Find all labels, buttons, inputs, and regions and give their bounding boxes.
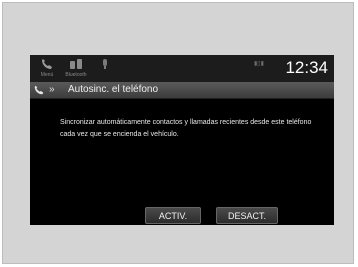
status-item-voice[interactable]	[92, 58, 118, 80]
infotainment-screen: Menú Bluetooth ▮▯▮ 12:34 » Autosinc. el …	[30, 55, 334, 225]
page-title: Autosinc. el teléfono	[68, 84, 159, 95]
bluetooth-devices-icon	[70, 59, 82, 69]
signal-indicator: ▮▯▮	[254, 61, 264, 67]
status-item-label: Menú	[40, 72, 54, 78]
page-frame: Menú Bluetooth ▮▯▮ 12:34 » Autosinc. el …	[2, 2, 354, 264]
status-item-menu[interactable]: Menú	[34, 58, 60, 80]
status-item-bluetooth[interactable]: Bluetooth	[63, 58, 89, 80]
microphone-icon	[103, 59, 107, 69]
clock: 12:34	[285, 58, 328, 77]
message-text: Sincronizar automáticamente contactos y …	[60, 119, 312, 138]
title-bar: » Autosinc. el teléfono	[30, 82, 334, 99]
deactivate-button[interactable]: DESACT.	[216, 207, 278, 224]
activate-button[interactable]: ACTIV.	[145, 207, 201, 224]
status-item-label: Bluetooth	[65, 72, 87, 78]
phone-icon	[42, 59, 52, 69]
status-bar: Menú Bluetooth ▮▯▮ 12:34	[30, 55, 334, 82]
breadcrumb-chevron: »	[49, 84, 55, 95]
phone-icon	[34, 85, 44, 95]
